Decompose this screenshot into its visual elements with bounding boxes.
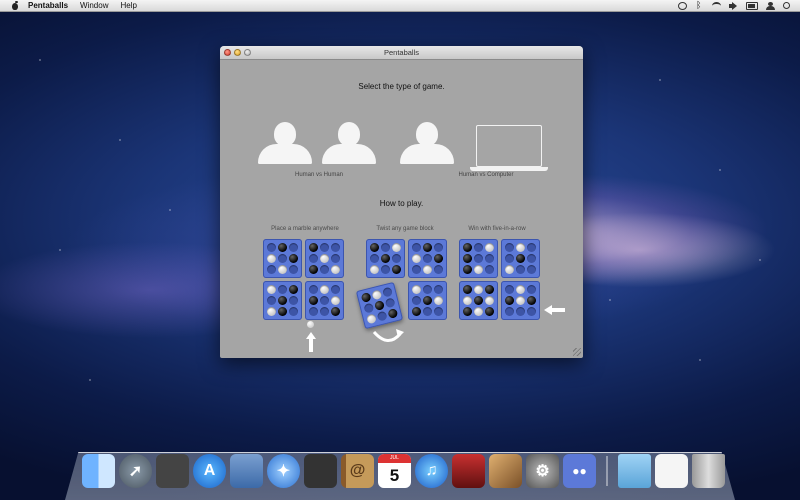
contacts-icon[interactable]: @ <box>341 454 374 488</box>
calendar-icon[interactable]: JUL 5 <box>378 454 411 488</box>
menu-window[interactable]: Window <box>80 1 108 10</box>
game-block <box>501 281 540 320</box>
menu-help[interactable]: Help <box>120 1 136 10</box>
user-icon[interactable] <box>766 1 775 10</box>
app-store-icon[interactable]: A <box>193 454 226 488</box>
calendar-month: JUL <box>378 454 411 463</box>
human-vs-computer-label: Human vs Computer <box>458 172 514 178</box>
documents-folder-icon[interactable] <box>618 454 651 488</box>
itunes-icon[interactable]: ♫ <box>415 454 448 488</box>
bluetooth-icon[interactable] <box>695 0 704 10</box>
dock-separator <box>606 456 608 486</box>
status-area <box>678 0 800 10</box>
iphoto-icon[interactable] <box>489 454 522 488</box>
zoom-button[interactable] <box>244 49 251 56</box>
window-resize-handle[interactable] <box>573 348 581 356</box>
how-to-play-heading: How to play. <box>379 199 424 208</box>
downloads-stack-icon[interactable] <box>655 454 688 488</box>
game-block <box>305 239 344 278</box>
step-win-label: Win with five-in-a-row <box>468 226 526 232</box>
arrow-up-icon <box>306 332 316 352</box>
wifi-icon[interactable] <box>712 1 721 10</box>
close-button[interactable] <box>224 49 231 56</box>
minimize-button[interactable] <box>234 49 241 56</box>
laptop-icon <box>476 125 542 167</box>
dock-items: ➚ A ✦ @ JUL 5 ♫ ⚙ ●● <box>82 454 725 488</box>
calendar-day: 5 <box>389 465 400 485</box>
arrow-left-icon <box>544 305 566 315</box>
window-title: Pentaballs <box>383 48 420 57</box>
dashboard-icon[interactable] <box>156 454 189 488</box>
pentaballs-dock-icon[interactable]: ●● <box>563 454 596 488</box>
system-preferences-icon[interactable]: ⚙ <box>526 454 559 488</box>
window-controls <box>224 49 251 56</box>
pentaballs-window: Pentaballs Select the type of game. Huma… <box>220 46 583 358</box>
select-game-heading: Select the type of game. <box>358 82 445 91</box>
game-block <box>366 239 405 278</box>
game-block <box>459 281 498 320</box>
board-place-example <box>263 239 344 320</box>
launchpad-icon[interactable]: ➚ <box>119 454 152 488</box>
clock-icon[interactable] <box>678 1 687 10</box>
game-block <box>305 281 344 320</box>
marble-icon <box>307 321 314 328</box>
battery-icon[interactable] <box>746 1 758 10</box>
human-vs-human-button[interactable]: Human vs Human <box>256 118 382 180</box>
menu-bar: Pentaballs Window Help <box>0 0 800 12</box>
window-content: Select the type of game. Human vs Human … <box>220 60 583 358</box>
finder-icon[interactable] <box>82 454 115 488</box>
laptop-base <box>470 167 548 171</box>
window-titlebar[interactable]: Pentaballs <box>220 46 583 60</box>
game-block <box>408 239 447 278</box>
person-silhouette-icon <box>322 122 378 166</box>
person-silhouette-icon <box>400 122 456 166</box>
game-block <box>263 281 302 320</box>
spotlight-icon[interactable] <box>783 2 790 9</box>
board-win-example <box>459 239 540 320</box>
human-vs-human-label: Human vs Human <box>294 172 344 178</box>
menu-app-name[interactable]: Pentaballs <box>28 1 68 10</box>
rotate-arrow-icon <box>372 329 404 342</box>
step-place-label: Place a marble anywhere <box>271 226 339 232</box>
game-block <box>263 239 302 278</box>
facetime-icon[interactable] <box>304 454 337 488</box>
trash-icon[interactable] <box>692 454 725 488</box>
volume-icon[interactable] <box>729 1 738 10</box>
game-block <box>501 239 540 278</box>
game-block <box>408 281 447 320</box>
apple-menu-icon[interactable] <box>10 0 20 11</box>
safari-icon[interactable]: ✦ <box>267 454 300 488</box>
person-silhouette-icon <box>258 122 314 166</box>
game-block <box>459 239 498 278</box>
photo-booth-icon[interactable] <box>452 454 485 488</box>
mail-icon[interactable] <box>230 454 263 488</box>
